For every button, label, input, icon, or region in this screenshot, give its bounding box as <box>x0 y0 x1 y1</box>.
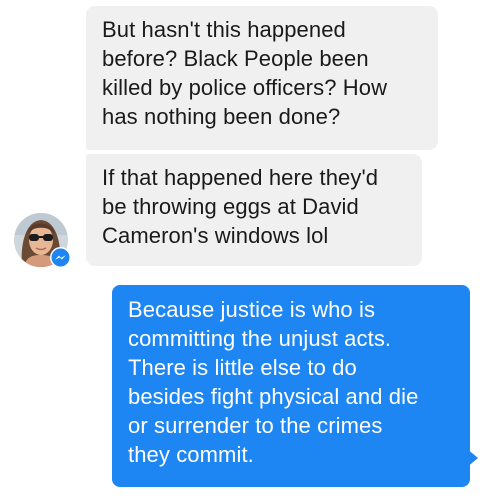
incoming-message-bubble[interactable]: If that happened here they'd be throwing… <box>86 154 422 266</box>
messenger-badge <box>50 247 71 268</box>
outgoing-bubble-tail <box>466 448 478 468</box>
messenger-icon <box>51 248 70 267</box>
outgoing-message-bubble[interactable]: Because justice is who is committing the… <box>112 285 470 487</box>
incoming-message-bubble[interactable]: But hasn't this happened before? Black P… <box>86 6 438 150</box>
